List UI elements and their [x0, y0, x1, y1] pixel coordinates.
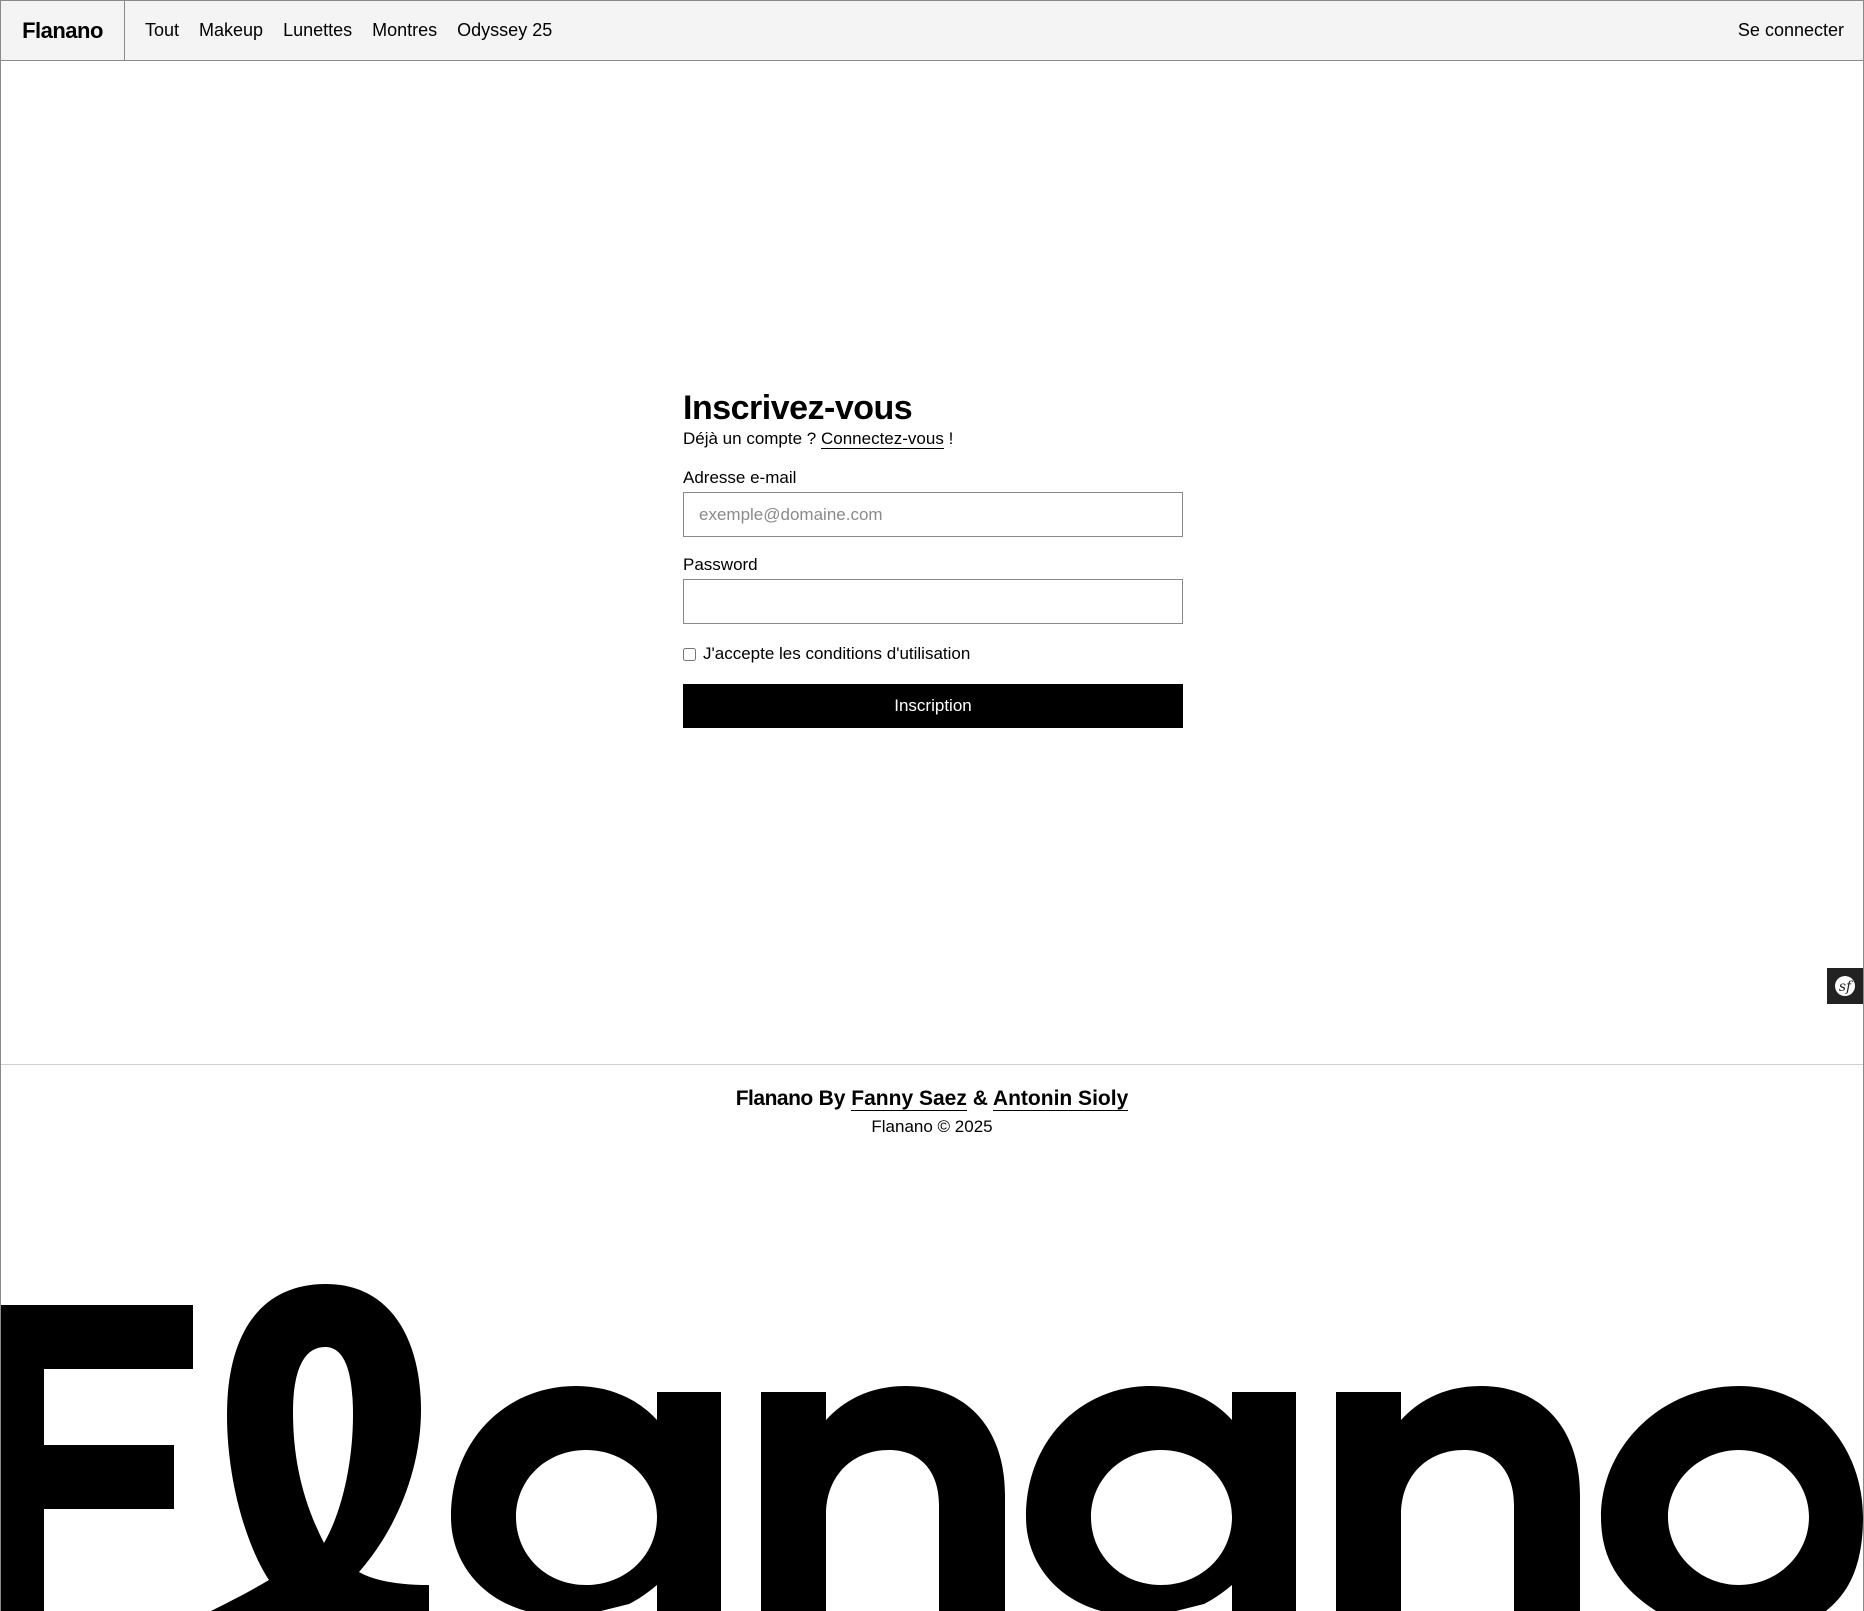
page: Flanano Tout Makeup Lunettes Montres Ody…: [0, 0, 1864, 1611]
nav-item-lunettes[interactable]: Lunettes: [283, 20, 352, 41]
already-account-suffix: !: [948, 429, 954, 448]
big-brand-wordmark: [1, 1280, 1863, 1611]
nav-item-odyssey[interactable]: Odyssey 25: [457, 20, 552, 41]
already-account-line: Déjà un compte ? Connectez-vous !: [683, 428, 1183, 450]
terms-label[interactable]: J'accepte les conditions d'utilisation: [703, 644, 970, 664]
flanano-wordmark: [1, 1284, 1863, 1611]
nav-item-montres[interactable]: Montres: [372, 20, 437, 41]
main-nav: Tout Makeup Lunettes Montres Odyssey 25: [145, 1, 552, 60]
top-navbar: Flanano Tout Makeup Lunettes Montres Ody…: [1, 0, 1863, 61]
nav-item-makeup[interactable]: Makeup: [199, 20, 263, 41]
brand-logo[interactable]: Flanano: [1, 1, 125, 60]
password-label: Password: [683, 555, 758, 574]
already-account-text: Déjà un compte ?: [683, 429, 817, 448]
nav-item-tout[interactable]: Tout: [145, 20, 179, 41]
symfony-toolbar-toggle[interactable]: sf: [1827, 968, 1863, 1004]
page-title: Inscrivez-vous: [683, 389, 913, 427]
login-link[interactable]: Se connecter: [1738, 1, 1844, 60]
footer-by: By: [818, 1087, 846, 1110]
copyright: Flanano © 2025: [871, 1117, 993, 1136]
email-field[interactable]: [683, 492, 1183, 537]
terms-checkbox[interactable]: [683, 647, 696, 661]
author-link-fanny[interactable]: Fanny Saez: [851, 1087, 967, 1111]
email-label: Adresse e-mail: [683, 468, 797, 487]
footer-brand: Flanano: [735, 1087, 814, 1110]
footer-amp: &: [972, 1087, 988, 1110]
author-link-antonin[interactable]: Antonin Sioly: [992, 1087, 1129, 1111]
signup-button[interactable]: Inscription: [683, 684, 1183, 728]
signup-form: Inscrivez-vous Déjà un compte ? Connecte…: [683, 388, 1183, 728]
footer: Flanano By Fanny Saez & Antonin Sioly Fl…: [1, 1064, 1863, 1137]
password-field[interactable]: [683, 579, 1183, 624]
symfony-icon: sf: [1835, 976, 1855, 996]
signin-link[interactable]: Connectez-vous: [820, 429, 944, 449]
terms-row: J'accepte les conditions d'utilisation: [683, 644, 1183, 664]
footer-credits: Flanano By Fanny Saez & Antonin Sioly: [1, 1087, 1863, 1111]
